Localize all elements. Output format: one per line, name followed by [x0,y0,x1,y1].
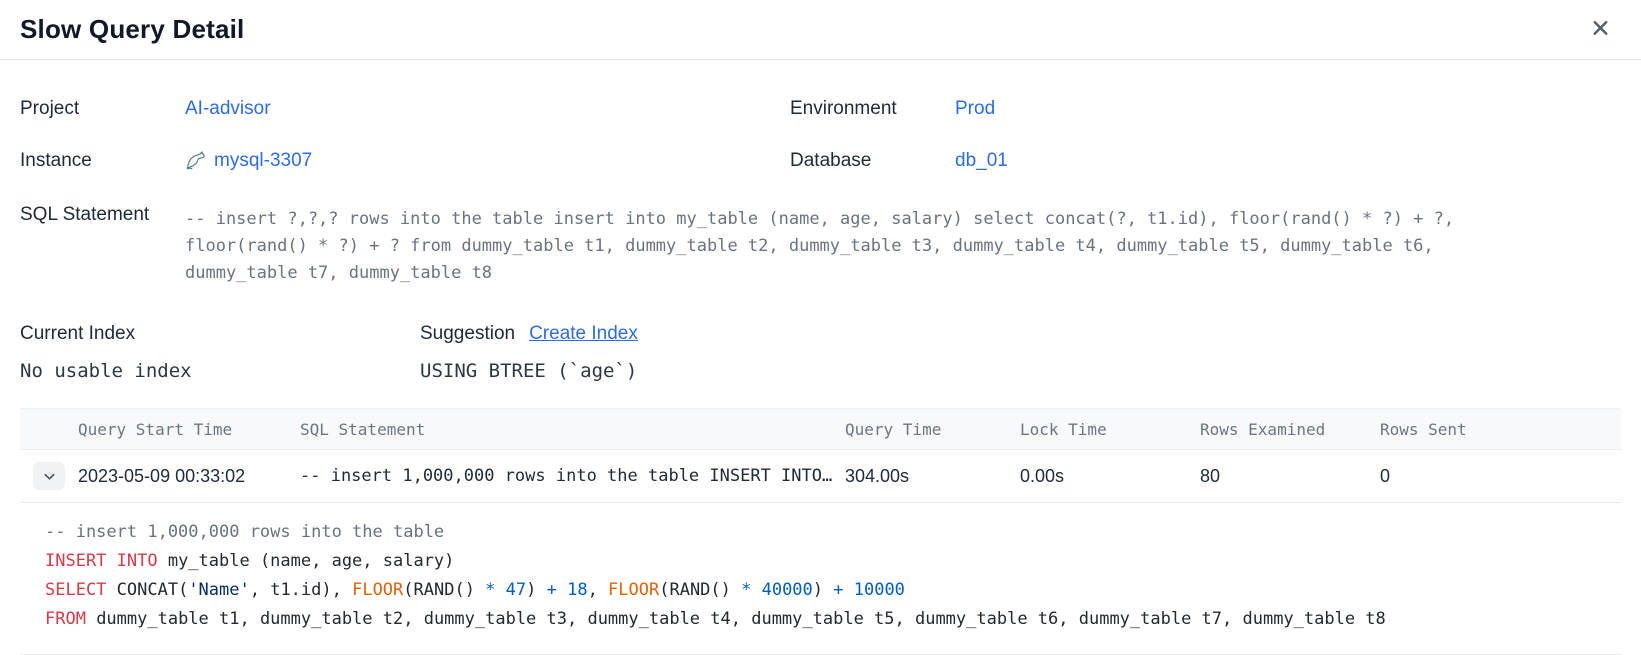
col-sql-statement: SQL Statement [300,420,845,439]
table-row[interactable]: 2023-05-09 00:33:02 -- insert 1,000,000 … [20,450,1621,503]
project-label: Project [20,98,185,120]
environment-link[interactable]: Prod [955,98,995,120]
expanded-sql-code: -- insert 1,000,000 rows into the tableI… [20,503,1621,655]
cell-sql-statement: -- insert 1,000,000 rows into the table … [300,466,845,486]
modal-body: Project AI-advisor Environment Prod Inst… [0,60,1641,655]
suggestion-value: USING BTREE (`age`) [420,360,638,382]
instance-label: Instance [20,150,185,172]
cell-rows-examined: 80 [1200,466,1380,487]
suggestion-label: Suggestion [420,323,515,345]
cell-lock-time: 0.00s [1020,466,1200,487]
database-label: Database [790,150,955,172]
row-expander-button[interactable] [33,462,65,490]
current-index-label: Current Index [20,323,420,345]
slow-query-table: Query Start Time SQL Statement Query Tim… [20,408,1621,655]
mysql-dolphin-icon [185,150,207,172]
close-icon[interactable]: ✕ [1586,13,1615,46]
sql-statement-row: SQL Statement -- insert ?,?,? rows into … [20,204,1621,287]
database-link[interactable]: db_01 [955,150,1008,172]
table-header-row: Query Start Time SQL Statement Query Tim… [20,408,1621,450]
index-section: Current Index No usable index Suggestion… [20,323,1621,382]
current-index-value: No usable index [20,360,420,382]
col-query-start-time: Query Start Time [78,420,300,439]
cell-query-start-time: 2023-05-09 00:33:02 [78,466,300,487]
sql-statement-label: SQL Statement [20,204,185,226]
cell-query-time: 304.00s [845,466,1020,487]
modal-header: Slow Query Detail ✕ [0,0,1641,60]
page-title: Slow Query Detail [20,14,244,45]
col-rows-examined: Rows Examined [1200,420,1380,439]
col-rows-sent: Rows Sent [1380,420,1621,439]
instance-link[interactable]: mysql-3307 [185,150,312,172]
cell-rows-sent: 0 [1380,466,1621,487]
create-index-link[interactable]: Create Index [529,323,638,345]
project-link[interactable]: AI-advisor [185,98,271,120]
col-lock-time: Lock Time [1020,420,1200,439]
environment-label: Environment [790,98,955,120]
chevron-down-icon [42,469,57,484]
instance-name: mysql-3307 [214,150,312,172]
col-query-time: Query Time [845,420,1020,439]
info-row-2: Instance mysql-3307 Database db_01 [20,150,1621,172]
info-row-1: Project AI-advisor Environment Prod [20,98,1621,120]
sql-statement-text: -- insert ?,?,? rows into the table inse… [185,206,1529,287]
